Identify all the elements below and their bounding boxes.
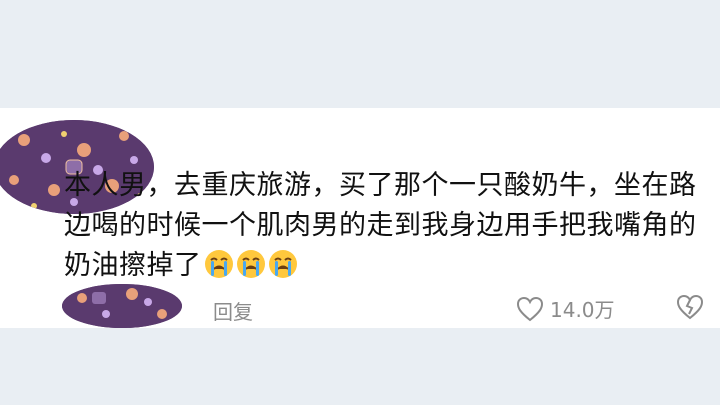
crying-face-icon — [236, 250, 265, 278]
broken-heart-icon — [676, 294, 704, 320]
heart-icon — [516, 296, 544, 321]
comment-body: 本人男，去重庆旅游，买了那个一只酸奶牛，坐在路边喝的时候一个肌肉男的走到我身边用… — [64, 166, 712, 286]
like-count: 14.0万 — [550, 298, 615, 322]
crying-face-icon — [204, 250, 233, 278]
reply-avatar[interactable] — [62, 284, 182, 328]
dislike-button[interactable] — [676, 294, 704, 324]
top-background — [0, 0, 720, 108]
bottom-background — [0, 328, 720, 405]
crying-face-icon — [268, 250, 297, 278]
like-button[interactable]: 14.0万 — [516, 294, 615, 323]
comment-text: 本人男，去重庆旅游，买了那个一只酸奶牛，坐在路边喝的时候一个肌肉男的走到我身边用… — [64, 170, 697, 281]
reply-button[interactable]: 回复 — [213, 296, 253, 325]
